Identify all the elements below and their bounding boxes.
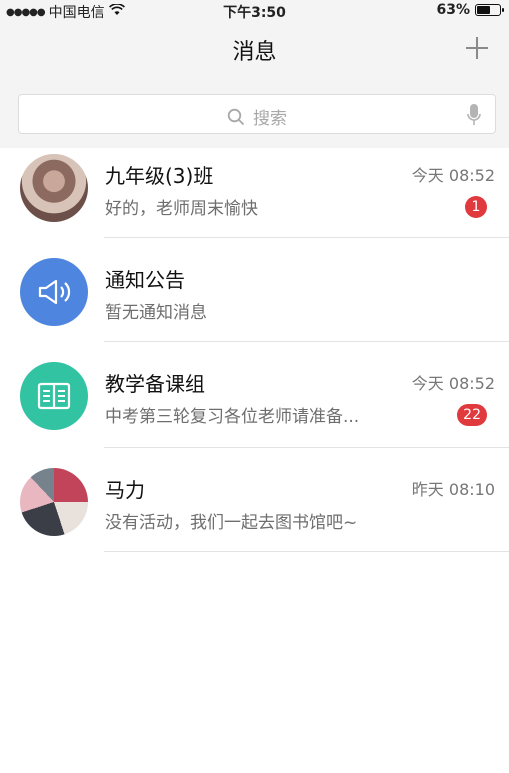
divider [104, 551, 509, 552]
search-input[interactable]: 搜索 [18, 94, 496, 134]
divider [104, 447, 509, 448]
battery-percent: 63% [436, 2, 470, 18]
plus-icon [466, 37, 488, 59]
search-icon [227, 108, 245, 125]
divider [104, 237, 509, 238]
battery-level-fill [477, 6, 490, 14]
class-photo-avatar [20, 154, 88, 222]
nav-bar: 消息 [0, 22, 509, 76]
conversation-preview: 暂无通知消息 [105, 303, 207, 323]
conversation-time: 今天 08:52 [411, 374, 495, 393]
conversation-item[interactable]: 通知公告 暂无通知消息 [0, 252, 509, 356]
status-bar: ●●●●● 中国电信 下午3:50 63% [0, 0, 509, 22]
search-placeholder: 搜索 [253, 109, 287, 129]
divider [104, 341, 509, 342]
add-button[interactable] [459, 30, 495, 66]
conversation-time: 今天 08:52 [411, 166, 495, 185]
unread-badge: 22 [457, 404, 487, 426]
conversation-title: 九年级(3)班 [105, 164, 214, 188]
conversation-title: 教学备课组 [105, 372, 205, 396]
conversation-time: 昨天 08:10 [411, 480, 495, 499]
book-icon [37, 382, 71, 410]
page-title: 消息 [232, 40, 277, 65]
conversation-preview: 中考第三轮复习各位老师请准备... [105, 407, 360, 427]
conversation-item[interactable]: 教学备课组 中考第三轮复习各位老师请准备... 今天 08:52 22 [0, 356, 509, 462]
search-section: 搜索 [0, 76, 509, 148]
conversation-title: 通知公告 [105, 268, 185, 292]
conversation-item[interactable]: 九年级(3)班 好的，老师周末愉快 今天 08:52 1 [0, 148, 509, 252]
conversation-title: 马力 [105, 478, 145, 502]
mic-button[interactable] [467, 104, 481, 126]
group-avatar [20, 362, 88, 430]
status-right: 63% [436, 2, 504, 18]
conversation-item[interactable]: 马力 没有活动，我们一起去图书馆吧~ 昨天 08:10 [0, 462, 509, 566]
battery-icon [475, 4, 504, 16]
status-time: 下午3:50 [223, 5, 286, 21]
conversation-preview: 好的，老师周末愉快 [105, 199, 258, 219]
conversation-list: 九年级(3)班 好的，老师周末愉快 今天 08:52 1 通知公告 暂无通知消息… [0, 148, 509, 566]
notice-avatar [20, 258, 88, 326]
conversation-preview: 没有活动，我们一起去图书馆吧~ [105, 513, 358, 533]
search-placeholder-group: 搜索 [19, 104, 495, 129]
user-photo-avatar [20, 468, 88, 536]
mic-icon [467, 104, 481, 125]
megaphone-icon [38, 279, 71, 305]
unread-badge: 1 [465, 196, 487, 218]
